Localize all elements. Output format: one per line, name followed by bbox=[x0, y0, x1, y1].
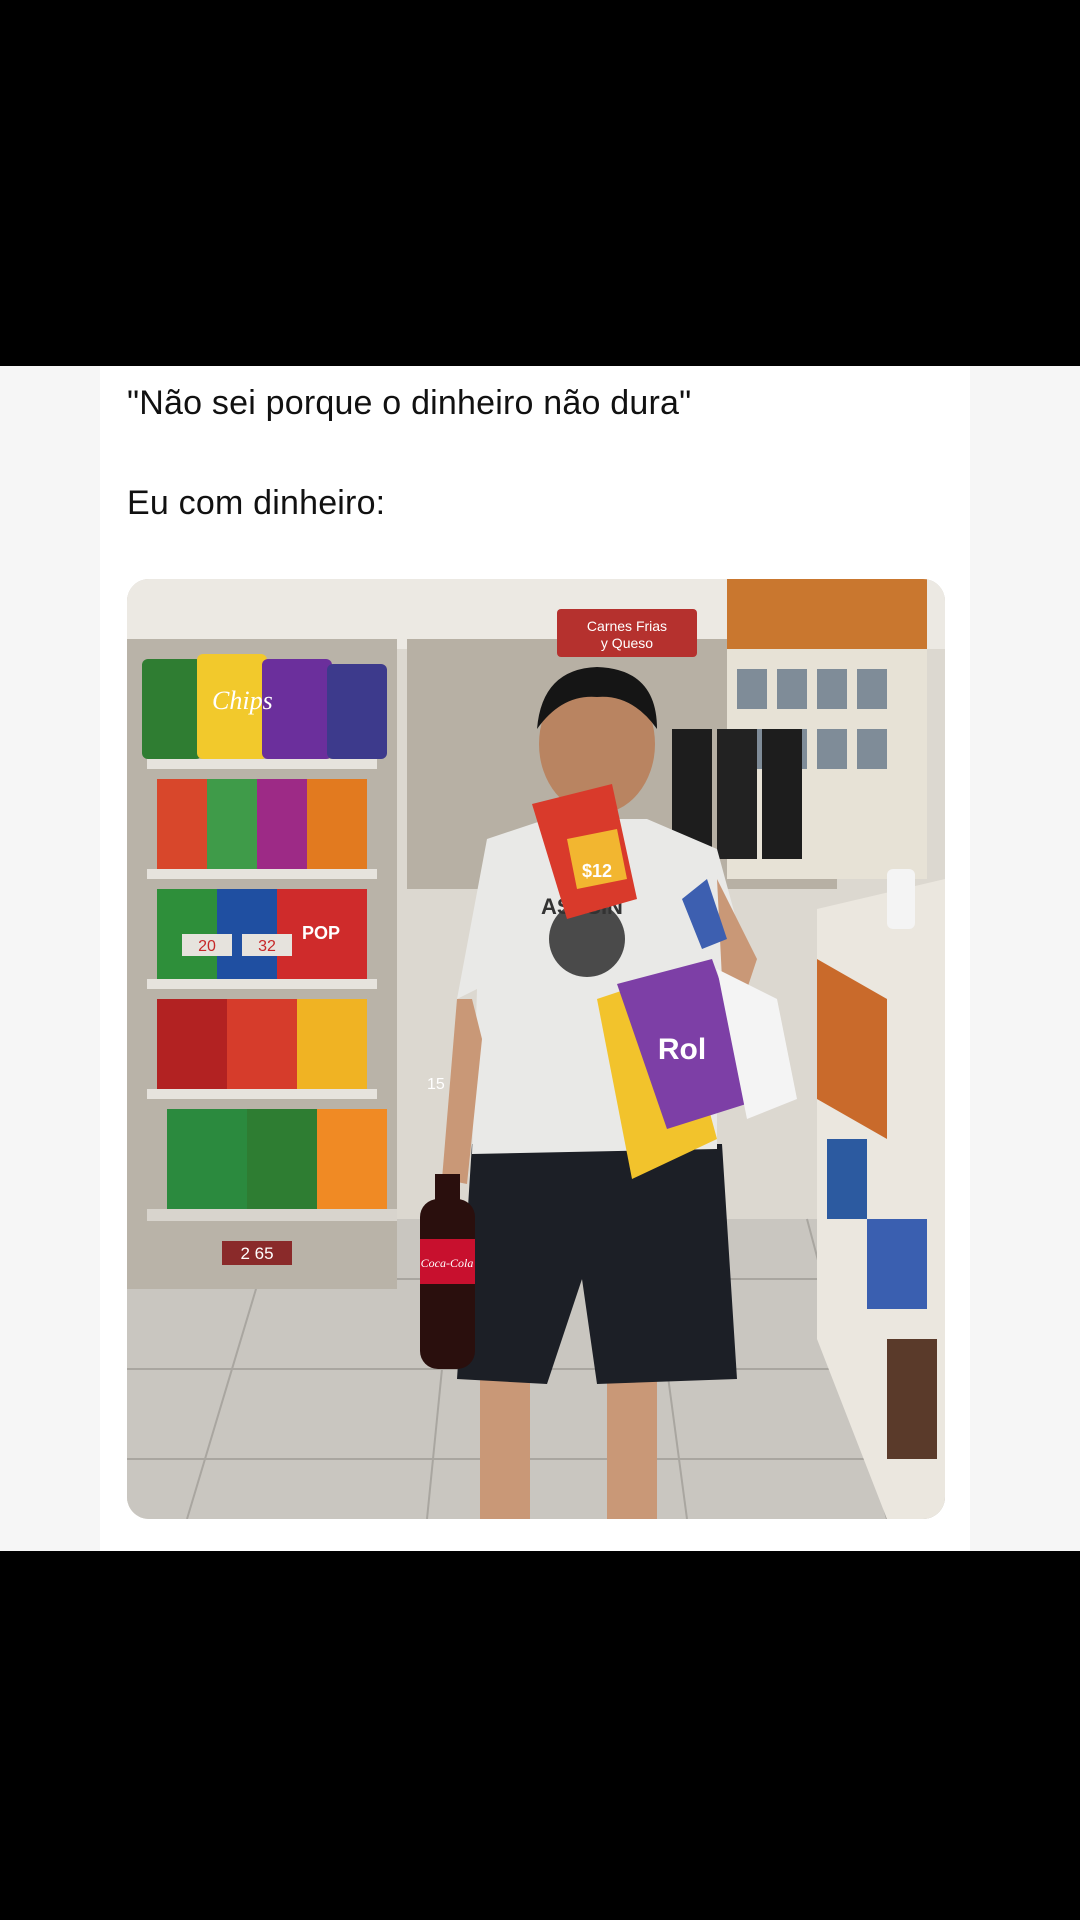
price-tag-32: 32 bbox=[258, 938, 276, 955]
price-tag-265: 2 65 bbox=[240, 1244, 273, 1263]
snack-bags bbox=[142, 654, 387, 1209]
store-scene: Carnes Frias y Queso Chips POP 20 32 2 6… bbox=[127, 579, 945, 1519]
sign-text-2: y Queso bbox=[601, 635, 653, 651]
sign-text-1: Carnes Frias bbox=[587, 618, 667, 634]
price-tag-12: $12 bbox=[582, 861, 612, 881]
bottom-black-area bbox=[0, 1551, 1080, 1920]
caption-line-2: Eu com dinheiro: bbox=[127, 484, 386, 522]
price-tag-20: 20 bbox=[198, 938, 216, 955]
meme-photo[interactable]: Carnes Frias y Queso Chips POP 20 32 2 6… bbox=[127, 579, 945, 1519]
card-left-margin bbox=[0, 366, 100, 1551]
caption-line-1: "Não sei porque o dinheiro não dura" bbox=[127, 384, 692, 422]
post-card: "Não sei porque o dinheiro não dura" Eu … bbox=[0, 366, 1080, 1551]
top-black-area bbox=[0, 0, 1080, 366]
price-tag-15: 15 bbox=[427, 1076, 445, 1093]
bottle-label: Coca-Cola bbox=[421, 1256, 474, 1270]
card-right-margin bbox=[970, 366, 1080, 1551]
pop-label: POP bbox=[302, 923, 340, 943]
chips-label: Chips bbox=[212, 686, 273, 715]
rol-label: Rol bbox=[658, 1033, 706, 1066]
